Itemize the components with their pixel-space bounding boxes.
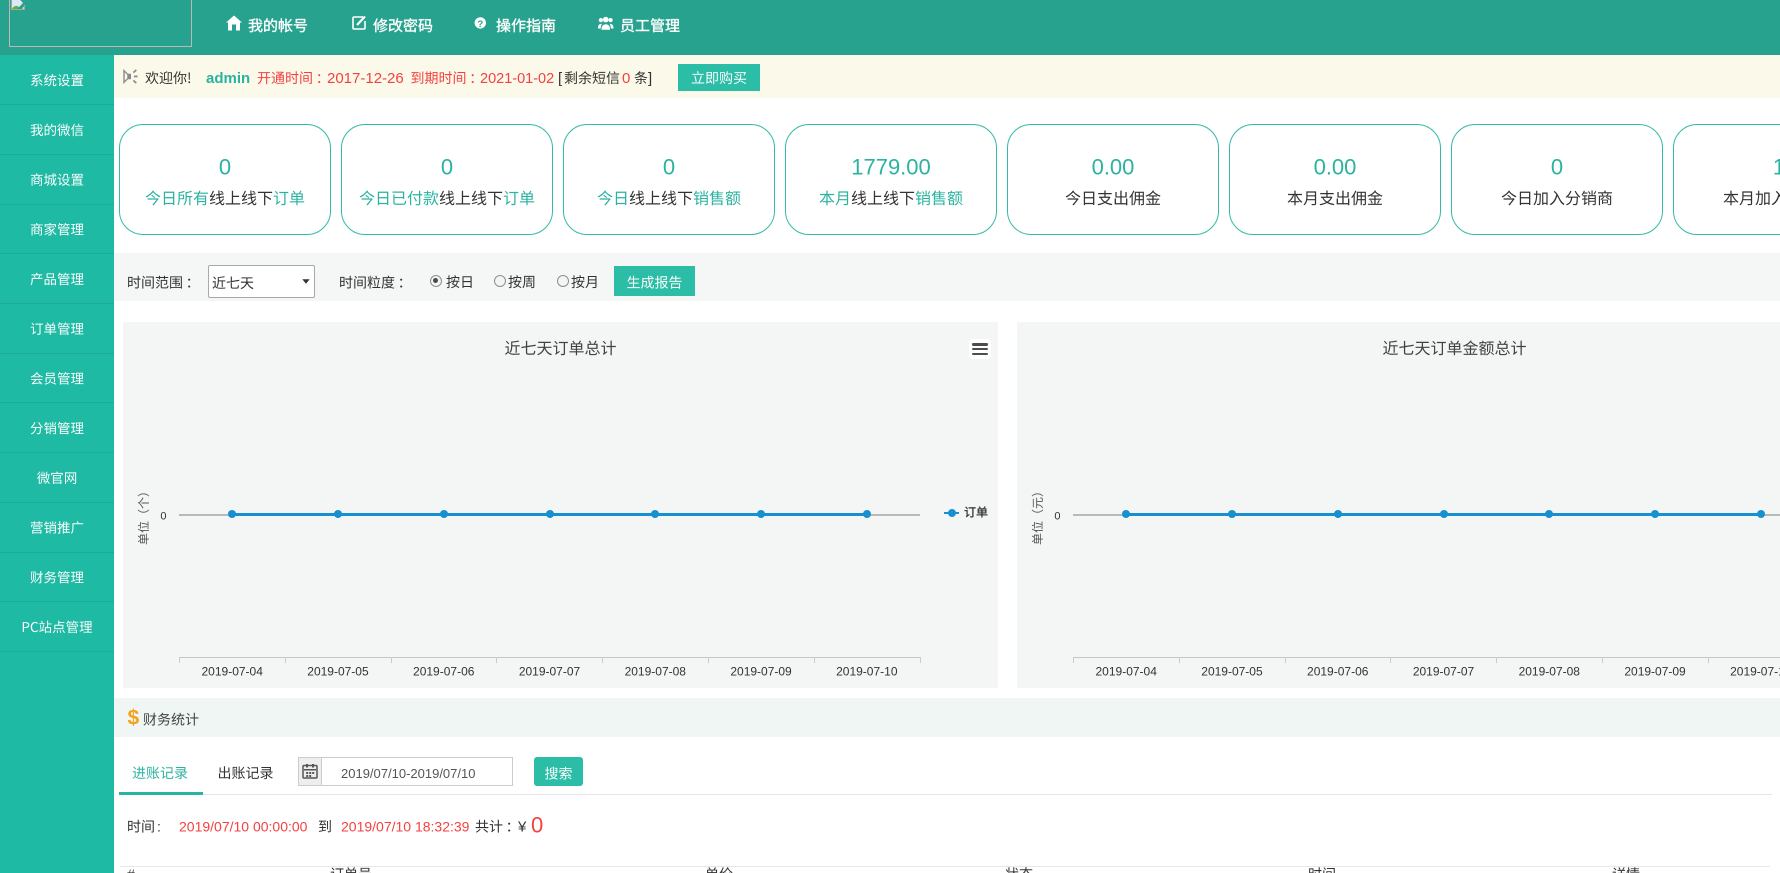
svg-text:2019-07-06: 2019-07-06	[413, 665, 475, 679]
svg-text:0: 0	[160, 511, 166, 523]
svg-text:2019-07-07: 2019-07-07	[519, 665, 581, 679]
svg-text:2019-07-07: 2019-07-07	[1413, 665, 1475, 679]
svg-text:2019-07-05: 2019-07-05	[307, 665, 369, 679]
svg-text:2021-01-02: 2021-01-02	[480, 71, 554, 87]
svg-text:0: 0	[1551, 155, 1563, 180]
svg-text:2019-07-09: 2019-07-09	[1624, 665, 1686, 679]
svg-text:2019/07/10 18:32:39: 2019/07/10 18:32:39	[341, 819, 470, 835]
svg-text:2017-12-26: 2017-12-26	[327, 70, 404, 87]
svg-text:2019-07-05: 2019-07-05	[1201, 665, 1263, 679]
svg-text:1779.00: 1779.00	[851, 155, 931, 180]
svg-text:0.00: 0.00	[1314, 155, 1357, 180]
svg-text:$: $	[128, 707, 140, 730]
svg-text:0: 0	[441, 155, 453, 180]
svg-text:0: 0	[219, 155, 231, 180]
svg-text:2019/07/10-2019/07/10: 2019/07/10-2019/07/10	[341, 766, 475, 781]
svg-text:0: 0	[622, 70, 630, 87]
svg-text:2019-07-04: 2019-07-04	[202, 665, 264, 679]
svg-text:2019-07-10: 2019-07-10	[836, 665, 898, 679]
svg-text:#: #	[127, 866, 135, 873]
svg-text:2019-07-06: 2019-07-06	[1307, 665, 1369, 679]
svg-text:[: [	[558, 70, 563, 87]
svg-text:2019-07-08: 2019-07-08	[625, 665, 687, 679]
svg-text:2019-07-10: 2019-07-10	[1730, 665, 1780, 679]
svg-text:0.00: 0.00	[1092, 155, 1135, 180]
svg-text:2019-07-08: 2019-07-08	[1519, 665, 1581, 679]
svg-text:?: ?	[477, 19, 483, 30]
svg-text:¥: ¥	[517, 819, 527, 836]
svg-text:2019/07/10 00:00:00: 2019/07/10 00:00:00	[179, 819, 308, 835]
svg-text:0: 0	[1054, 511, 1060, 523]
svg-text:0: 0	[663, 155, 675, 180]
svg-text:0: 0	[531, 813, 543, 838]
svg-text:admin: admin	[206, 70, 250, 87]
svg-text:2019-07-04: 2019-07-04	[1096, 665, 1158, 679]
svg-text:2019-07-09: 2019-07-09	[730, 665, 792, 679]
svg-text:1: 1	[1773, 155, 1780, 180]
svg-text:]: ]	[648, 70, 652, 87]
svg-text::: :	[157, 819, 161, 835]
